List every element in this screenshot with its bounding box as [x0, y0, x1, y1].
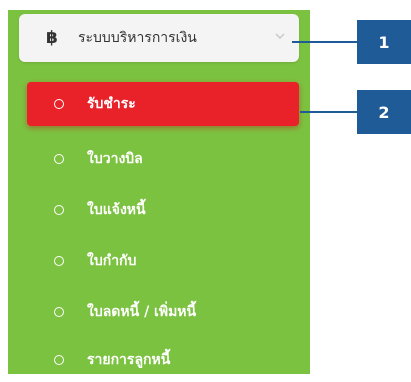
circle-icon: [54, 99, 64, 109]
menu-item-debtor-list[interactable]: รายการลูกหนี้: [27, 338, 299, 382]
circle-icon: [54, 307, 64, 317]
callout-line-1: [292, 41, 360, 43]
menu-item-label: ใบวางบิล: [87, 151, 143, 167]
circle-icon: [54, 256, 64, 266]
menu-item-label: ใบลดหนี้ / เพิ่มหนี้: [87, 304, 197, 320]
menu-item-receive-payment[interactable]: รับชำระ: [27, 82, 299, 126]
callout-badge-2: 2: [357, 90, 411, 134]
callout-badge-1: 1: [357, 20, 411, 64]
menu-item-tax-invoice[interactable]: ใบกำกับ: [27, 239, 299, 283]
callout-line-2: [300, 111, 360, 113]
menu-item-label: ใบแจ้งหนี้: [87, 202, 146, 218]
baht-icon: ฿: [46, 28, 58, 48]
finance-system-menu-header[interactable]: ฿ ระบบบริหารการเงิน: [19, 14, 299, 62]
menu-item-label: ใบกำกับ: [87, 253, 137, 269]
menu-item-credit-debit-note[interactable]: ใบลดหนี้ / เพิ่มหนี้: [27, 290, 299, 334]
menu-item-invoice[interactable]: ใบแจ้งหนี้: [27, 188, 299, 232]
circle-icon: [54, 205, 64, 215]
menu-item-label: รายการลูกหนี้: [87, 352, 171, 368]
menu-item-billing-note[interactable]: ใบวางบิล: [27, 137, 299, 181]
header-label: ระบบบริหารการเงิน: [78, 30, 197, 46]
circle-icon: [54, 355, 64, 365]
chevron-down-icon[interactable]: [273, 29, 287, 43]
circle-icon: [54, 154, 64, 164]
menu-item-label: รับชำระ: [87, 96, 136, 112]
